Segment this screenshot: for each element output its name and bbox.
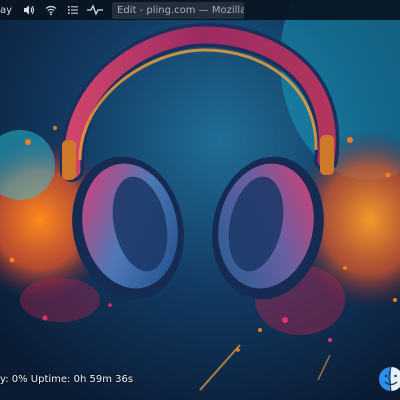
system-monitor-text: y: 0% Uptime: 0h 59m 36s	[0, 374, 134, 385]
activity-pulse-icon[interactable]	[84, 0, 106, 20]
top-panel: ay Edit - pling.com — Mozilla ...	[0, 0, 400, 20]
finder-icon[interactable]	[378, 366, 400, 392]
panel-applet-label[interactable]: ay	[0, 0, 18, 20]
wallpaper	[0, 0, 400, 400]
list-menu-icon[interactable]	[62, 0, 84, 20]
volume-icon[interactable]	[18, 0, 40, 20]
taskbar-window-button[interactable]: Edit - pling.com — Mozilla ...	[112, 1, 245, 19]
wifi-icon[interactable]	[40, 0, 62, 20]
